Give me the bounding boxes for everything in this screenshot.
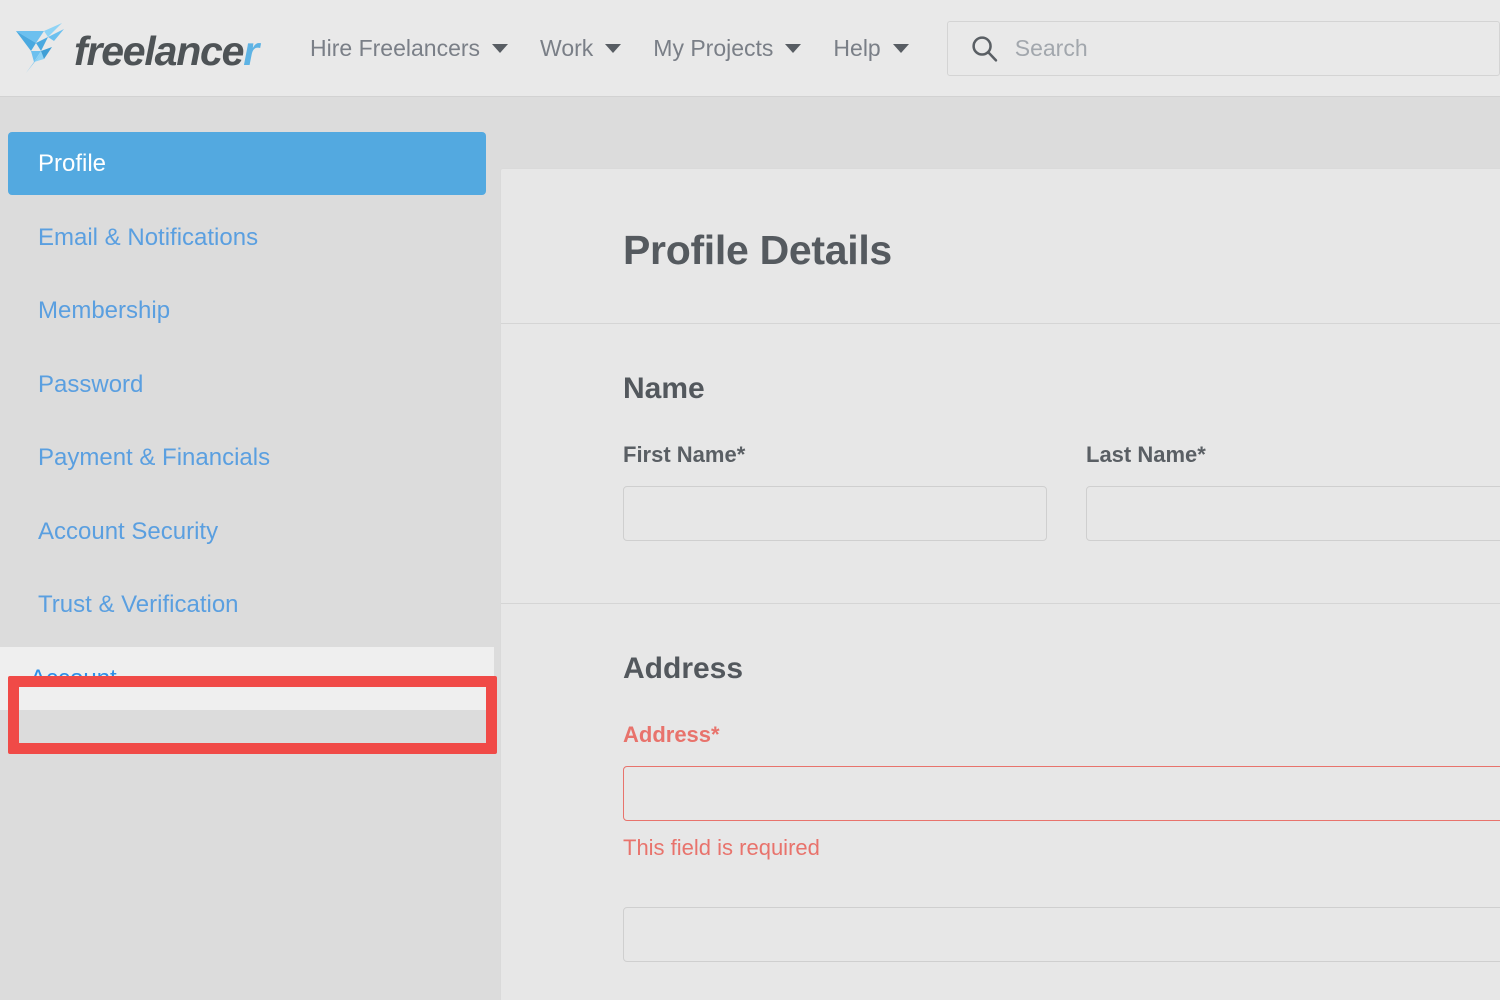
sidebar-item-label: Account <box>30 664 117 692</box>
sidebar-item-account-security[interactable]: Account Security <box>8 500 486 563</box>
address-field-row: Address* This field is required <box>623 722 1500 861</box>
sidebar-item-label: Membership <box>38 296 171 324</box>
address-error-message: This field is required <box>623 835 820 860</box>
section-address: Address Address* This field is required <box>501 604 1500 962</box>
nav-label: Help <box>833 34 881 61</box>
sidebar-item-profile[interactable]: Profile <box>8 132 486 195</box>
sidebar-item-label: Email & Notifications <box>38 223 259 251</box>
address-line-2-field-group <box>623 907 1500 962</box>
sidebar-item-membership[interactable]: Membership <box>8 279 486 342</box>
sidebar-item-email-notifications[interactable]: Email & Notifications <box>8 206 486 269</box>
chevron-down-icon <box>492 43 509 53</box>
address-line-2-row <box>623 907 1500 962</box>
logo-wordmark: freelancer <box>74 27 259 74</box>
chevron-down-icon <box>785 43 802 53</box>
sidebar-item-label: Trust & Verification <box>38 590 239 618</box>
address-input[interactable] <box>623 766 1500 821</box>
page-title: Profile Details <box>623 227 892 273</box>
freelancer-hummingbird-icon <box>16 23 64 73</box>
section-name: Name First Name* Last Name* <box>501 324 1500 541</box>
sidebar-item-account[interactable]: Account <box>0 647 494 710</box>
address-line-2-input[interactable] <box>623 907 1500 962</box>
main-navigation: Hire Freelancers Work My Projects Help <box>294 0 925 96</box>
section-heading: Name <box>623 372 705 405</box>
first-name-input[interactable] <box>623 486 1047 541</box>
first-name-field-group: First Name* <box>623 442 1047 541</box>
nav-item-help[interactable]: Help <box>817 35 924 62</box>
freelancer-logo[interactable]: freelancer <box>14 17 259 79</box>
nav-item-work[interactable]: Work <box>524 35 637 62</box>
sidebar-item-label: Profile <box>38 149 107 177</box>
top-header: freelancer Hire Freelancers Work My Proj… <box>0 0 1500 97</box>
chevron-down-icon <box>605 43 622 53</box>
last-name-field-group: Last Name* <box>1086 442 1500 541</box>
section-heading: Address <box>623 652 744 685</box>
nav-label: My Projects <box>653 34 774 61</box>
sidebar-item-password[interactable]: Password <box>8 353 486 416</box>
search-placeholder: Search <box>1014 34 1088 61</box>
nav-label: Hire Freelancers <box>310 34 481 61</box>
nav-item-hire-freelancers[interactable]: Hire Freelancers <box>294 35 524 62</box>
last-name-label: Last Name* <box>1086 442 1206 467</box>
address-field-group: Address* This field is required <box>623 722 1500 861</box>
search-input[interactable]: Search <box>946 20 1500 76</box>
address-label: Address* <box>623 722 720 747</box>
sidebar-item-payment-financials[interactable]: Payment & Financials <box>8 426 486 489</box>
profile-details-panel: Profile Details Name First Name* Last Na… <box>500 168 1500 1000</box>
sidebar-item-label: Password <box>38 370 144 398</box>
nav-label: Work <box>540 34 594 61</box>
chevron-down-icon <box>892 43 909 53</box>
sidebar-item-label: Payment & Financials <box>38 443 271 471</box>
name-field-row: First Name* Last Name* <box>623 442 1500 541</box>
search-icon <box>972 35 997 62</box>
settings-sidebar: Profile Email & Notifications Membership… <box>0 98 494 1000</box>
first-name-label: First Name* <box>623 442 746 467</box>
nav-item-my-projects[interactable]: My Projects <box>637 35 817 62</box>
sidebar-item-label: Account Security <box>38 517 219 545</box>
last-name-input[interactable] <box>1086 486 1500 541</box>
sidebar-item-trust-verification[interactable]: Trust & Verification <box>8 573 486 636</box>
